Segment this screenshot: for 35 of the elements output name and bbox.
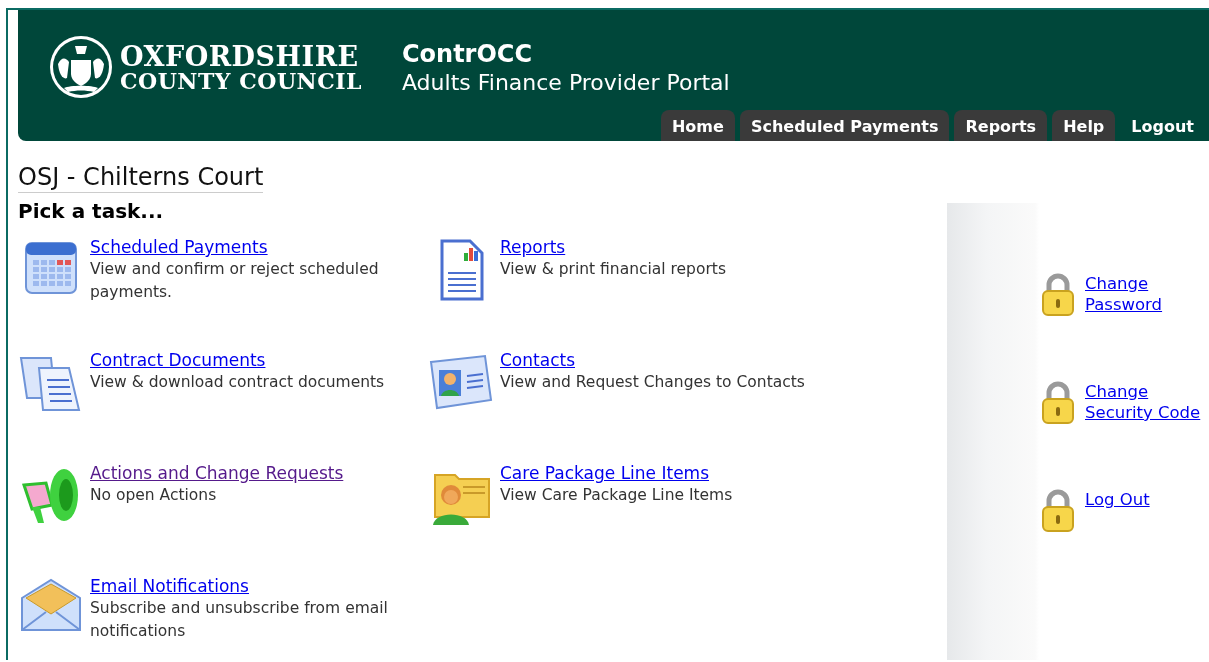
nav-tab[interactable]: Help: [1052, 110, 1116, 141]
padlock-icon: [1041, 273, 1075, 317]
logo-text: COUNTY COUNCIL: [120, 69, 362, 92]
task-description: View Care Package Line Items: [500, 485, 734, 506]
task-description: Subscribe and unsubscribe from email notifications: [90, 598, 389, 642]
task-link[interactable]: Scheduled Payments: [90, 237, 268, 257]
task-description: View and confirm or reject scheduled payments.: [90, 259, 380, 303]
task-link[interactable]: Contract Documents: [90, 350, 266, 370]
padlock-icon: [1041, 381, 1075, 425]
account-link[interactable]: Log Out: [1085, 489, 1205, 510]
task-link[interactable]: Contacts: [500, 350, 575, 370]
task-link[interactable]: Actions and Change Requests: [90, 463, 344, 483]
account-link[interactable]: Change Password: [1085, 273, 1205, 315]
nav-tab[interactable]: Scheduled Payments: [739, 110, 950, 141]
account-link[interactable]: Change Security Code: [1085, 381, 1205, 423]
nav-tab[interactable]: Home: [660, 110, 735, 141]
task-link[interactable]: Email Notifications: [90, 576, 249, 596]
calendar-icon: [23, 239, 79, 297]
app-subtitle: Adults Finance Provider Portal: [401, 69, 730, 95]
app-name: ContrOCC: [401, 39, 534, 68]
envelope-icon: [20, 578, 82, 634]
logo-text: OXFORDSHIRE: [120, 42, 360, 70]
task-link[interactable]: Care Package Line Items: [500, 463, 710, 483]
task-description: No open Actions: [90, 485, 218, 506]
padlock-icon: [1041, 489, 1075, 533]
page-title: OSJ - Chilterns Court: [18, 163, 264, 193]
nav-link[interactable]: Logout: [1120, 110, 1205, 141]
nav-tab[interactable]: Reports: [954, 110, 1048, 141]
section-heading: Pick a task...: [18, 199, 165, 223]
task-link[interactable]: Reports: [500, 237, 566, 257]
task-description: View and Request Changes to Contacts: [500, 372, 806, 393]
task-description: View & download contract documents: [90, 372, 386, 393]
crest-logo-icon: [48, 34, 114, 100]
contact-card-icon: [429, 352, 493, 412]
task-description: View & print financial reports: [500, 259, 727, 280]
